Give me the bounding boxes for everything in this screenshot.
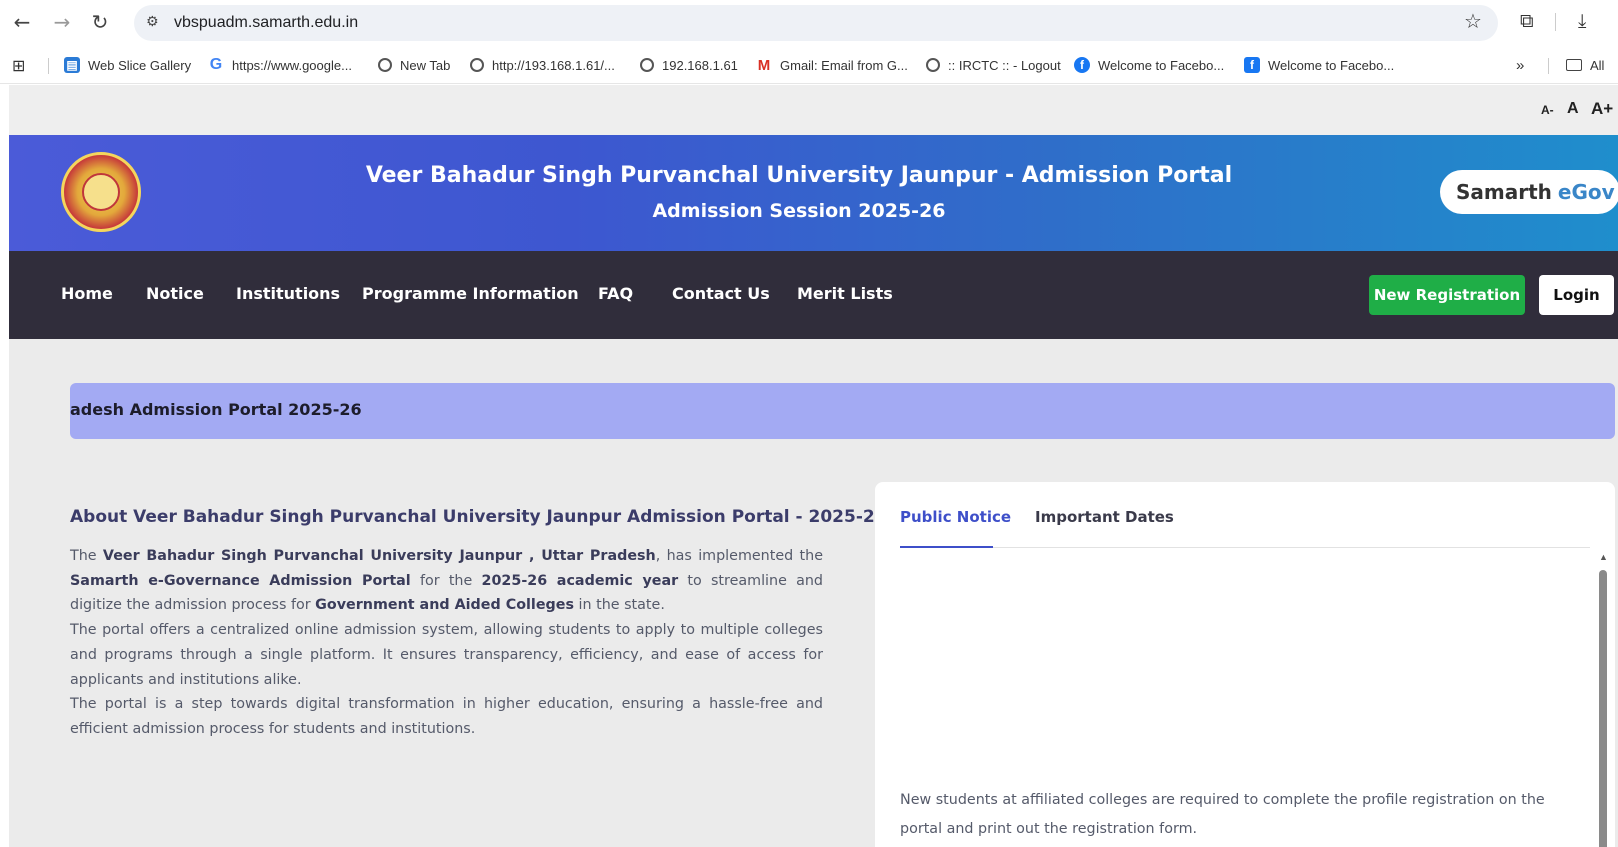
nav-faq[interactable]: FAQ	[598, 284, 633, 303]
about-title: About Veer Bahadur Singh Purvanchal Univ…	[70, 507, 887, 527]
all-bookmarks-button[interactable]: All	[1566, 55, 1604, 75]
apps-grid-icon[interactable]: ⊞	[12, 55, 25, 75]
font-size-bar: A- A A+	[9, 85, 1618, 135]
university-name: Veer Bahadur Singh Purvanchal University…	[102, 548, 656, 564]
main-nav: Home Notice Institutions Programme Infor…	[9, 251, 1618, 339]
announcement-marquee: adesh Admission Portal 2025-26	[70, 383, 1615, 439]
notice-text: New students at affiliated colleges are …	[900, 792, 1545, 837]
font-normal-button[interactable]: A	[1567, 100, 1579, 118]
bookmarks-overflow-icon[interactable]: »	[1516, 55, 1524, 75]
scroll-thumb[interactable]	[1599, 570, 1607, 847]
nav-institutions[interactable]: Institutions	[236, 284, 340, 303]
tab-important-dates[interactable]: Important Dates	[1035, 508, 1174, 526]
college-type: Government and Aided Colleges	[315, 597, 574, 614]
about-paragraph-3: The portal is a step towards digital tra…	[70, 696, 823, 737]
download-icon[interactable]: ⤓	[1578, 10, 1586, 32]
url-text[interactable]: vbspuadm.samarth.edu.in	[174, 14, 358, 32]
nav-merit-lists[interactable]: Merit Lists	[797, 284, 893, 303]
back-icon[interactable]: ←	[10, 10, 34, 34]
facebook-icon: f	[1244, 57, 1260, 73]
all-bookmarks-label: All	[1590, 57, 1605, 73]
facebook-icon: f	[1074, 57, 1090, 73]
bookmark-label: https://www.google...	[232, 57, 352, 73]
bookmark-label: http://193.168.1.61/...	[492, 57, 615, 73]
tab-divider	[900, 547, 1590, 548]
bookmark-label: Gmail: Email from G...	[780, 57, 908, 73]
toolbar-divider	[1555, 13, 1556, 31]
browser-toolbar: ← → ↻ ⚙ vbspuadm.samarth.edu.in ☆ ⧉ ⤓	[0, 0, 1618, 46]
globe-icon	[470, 58, 484, 72]
site-settings-icon[interactable]: ⚙	[146, 14, 159, 30]
bookmark-label: Welcome to Facebo...	[1268, 57, 1395, 73]
bookmark-item[interactable]: M Gmail: Email from G...	[756, 55, 908, 75]
bookmark-label: Web Slice Gallery	[88, 57, 192, 73]
new-registration-button[interactable]: New Registration	[1369, 275, 1525, 315]
bookmark-item[interactable]: 192.168.1.61	[640, 55, 738, 75]
active-tab-indicator	[900, 546, 993, 548]
globe-icon	[378, 58, 392, 72]
nav-notice[interactable]: Notice	[146, 284, 204, 303]
bookmark-label: 192.168.1.61	[662, 57, 738, 73]
nav-home[interactable]: Home	[61, 284, 113, 303]
folder-icon	[1566, 59, 1582, 71]
google-icon: G	[209, 56, 223, 73]
bookmark-label: Welcome to Facebo...	[1098, 57, 1225, 73]
bookmark-divider	[1548, 58, 1549, 74]
notice-card: Public Notice Important Dates ▲ New stud…	[875, 482, 1615, 847]
marquee-text: adesh Admission Portal 2025-26	[70, 400, 362, 419]
academic-year: 2025-26 academic year	[481, 572, 679, 589]
about-paragraph-1: The Veer Bahadur Singh Purvanchal Univer…	[70, 544, 823, 618]
bookmarks-bar: ⊞ ▤ Web Slice Gallery Ghttps://www.google…	[0, 46, 1618, 84]
bookmark-item[interactable]: ▤ Web Slice Gallery	[64, 55, 191, 75]
bookmark-item[interactable]: New Tab	[378, 55, 450, 75]
page: A- A A+ Veer Bahadur Singh Purvanchal Un…	[9, 85, 1618, 847]
nav-programme-information[interactable]: Programme Information	[362, 284, 579, 303]
portal-name: Samarth e-Governance Admission Portal	[70, 572, 411, 589]
notice-scrollbar[interactable]: ▲	[1599, 552, 1608, 847]
font-increase-button[interactable]: A+	[1591, 99, 1613, 119]
text: for the	[410, 572, 482, 589]
scroll-up-icon[interactable]: ▲	[1599, 552, 1608, 562]
bookmark-item[interactable]: f Welcome to Facebo...	[1074, 55, 1224, 75]
nav-contact-us[interactable]: Contact Us	[672, 284, 770, 303]
address-bar[interactable]: ⚙ vbspuadm.samarth.edu.in	[134, 5, 1498, 41]
text: The	[70, 548, 103, 564]
bookmark-item[interactable]: f Welcome to Facebo...	[1244, 55, 1394, 75]
tab-public-notice[interactable]: Public Notice	[900, 508, 1011, 526]
login-button[interactable]: Login	[1539, 275, 1614, 315]
gmail-icon: M	[757, 56, 771, 74]
bookmark-item[interactable]: :: IRCTC :: - Logout	[926, 55, 1061, 75]
bookmark-item[interactable]: http://193.168.1.61/...	[470, 55, 615, 75]
web-slice-icon: ▤	[64, 57, 80, 73]
header-banner: Veer Bahadur Singh Purvanchal University…	[9, 135, 1618, 251]
brand-samarth: Samarth	[1456, 180, 1552, 204]
extensions-icon[interactable]: ⧉	[1520, 10, 1534, 32]
brand-egov: eGov	[1557, 180, 1615, 204]
font-decrease-button[interactable]: A-	[1541, 103, 1554, 117]
portal-title: Veer Bahadur Singh Purvanchal University…	[365, 163, 1233, 188]
samarth-egov-logo: Samarth eGov	[1440, 170, 1618, 214]
globe-icon	[926, 58, 940, 72]
session-subtitle: Admission Session 2025-26	[652, 200, 946, 222]
text: in the state.	[573, 597, 665, 614]
about-paragraph-2: The portal offers a centralized online a…	[70, 622, 823, 688]
globe-icon	[640, 58, 654, 72]
bookmark-label: :: IRCTC :: - Logout	[948, 57, 1061, 73]
text: , has implemented the	[655, 548, 824, 564]
bookmark-label: New Tab	[400, 57, 451, 73]
bookmark-item[interactable]: Ghttps://www.google...	[208, 55, 352, 75]
about-body: The Veer Bahadur Singh Purvanchal Univer…	[70, 544, 823, 742]
forward-icon[interactable]: →	[50, 10, 74, 34]
bookmark-star-icon[interactable]: ☆	[1464, 9, 1482, 33]
bookmark-divider	[48, 58, 49, 74]
reload-icon[interactable]: ↻	[88, 10, 112, 34]
